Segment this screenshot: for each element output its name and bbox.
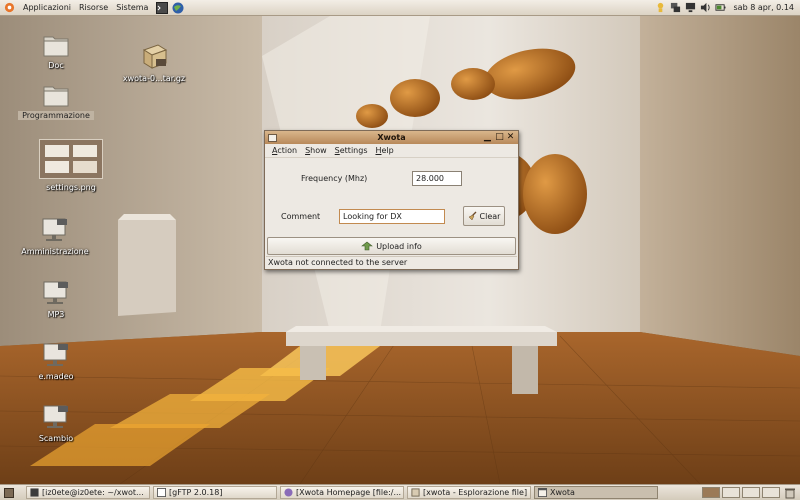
clear-button-label: Clear bbox=[479, 211, 501, 221]
taskbar-item-terminal[interactable]: [iz0ete@iz0ete: ~/xwot... bbox=[26, 486, 150, 499]
workspace-2[interactable] bbox=[722, 487, 740, 498]
upload-icon bbox=[361, 241, 374, 251]
desktop-icon-label: MP3 bbox=[47, 310, 65, 319]
frequency-label: Frequency (Mhz) bbox=[301, 174, 368, 183]
menu-risorse[interactable]: Risorse bbox=[75, 3, 112, 12]
broom-icon bbox=[468, 211, 476, 221]
comment-label: Comment bbox=[281, 212, 321, 221]
battery-icon[interactable] bbox=[714, 2, 726, 13]
desktop-icon-amministrazione[interactable]: Amministrazione bbox=[14, 217, 96, 256]
terminal-icon bbox=[30, 488, 39, 497]
folder-icon bbox=[43, 36, 69, 57]
desktop-icon-label: Scambio bbox=[38, 434, 74, 443]
window-menubar: Action Show Settings Help bbox=[265, 144, 518, 158]
desktop-icon-programmazione[interactable]: Programmazione bbox=[18, 83, 94, 120]
desktop-icon-label: Doc bbox=[48, 61, 64, 70]
taskbar-item-label: Xwota bbox=[550, 488, 575, 497]
browser-icon bbox=[284, 488, 293, 497]
menu-settings[interactable]: Settings bbox=[332, 146, 371, 155]
xwota-window: Xwota ▁ □ ✕ Action Show Settings Help Fr… bbox=[264, 130, 519, 270]
desktop-icon-label: settings.png bbox=[46, 183, 96, 192]
taskbar-item-xwota[interactable]: Xwota bbox=[534, 486, 658, 499]
ftp-icon bbox=[157, 488, 166, 497]
image-icon bbox=[39, 139, 103, 179]
archive-icon bbox=[142, 44, 168, 69]
taskbar-item-browser[interactable]: [Xwota Homepage [file:/... bbox=[280, 486, 404, 499]
network-share-icon bbox=[43, 405, 68, 428]
desktop-icon-scambio[interactable]: Scambio bbox=[26, 404, 86, 443]
taskbar-item-file-manager[interactable]: [xwota - Esplorazione file] bbox=[407, 486, 531, 499]
monitor-icon[interactable] bbox=[685, 2, 696, 13]
desktop-icon-emadeo[interactable]: e.madeo bbox=[28, 342, 84, 381]
workspace-1[interactable] bbox=[702, 487, 720, 498]
network-share-icon bbox=[43, 281, 68, 304]
network-share-icon bbox=[42, 218, 67, 241]
window-title: Xwota bbox=[377, 133, 406, 142]
upload-info-label: Upload info bbox=[376, 241, 422, 251]
window-icon bbox=[538, 488, 547, 497]
menu-sistema[interactable]: Sistema bbox=[112, 3, 152, 12]
network-share-icon bbox=[43, 343, 68, 366]
taskbar-item-gftp[interactable]: [gFTP 2.0.18] bbox=[153, 486, 277, 499]
file-manager-icon bbox=[411, 488, 420, 497]
status-bar: Xwota not connected to the server bbox=[266, 256, 517, 268]
taskbar-item-label: [gFTP 2.0.18] bbox=[169, 488, 223, 497]
volume-icon[interactable] bbox=[700, 2, 711, 13]
taskbar-item-label: [iz0ete@iz0ete: ~/xwot... bbox=[42, 488, 144, 497]
desktop-icon-label: e.madeo bbox=[38, 372, 74, 381]
bottom-panel: [iz0ete@iz0ete: ~/xwot... [gFTP 2.0.18] … bbox=[0, 484, 800, 500]
close-icon[interactable]: ✕ bbox=[506, 133, 515, 142]
network-icon[interactable] bbox=[670, 2, 681, 13]
upload-info-button[interactable]: Upload info bbox=[267, 237, 516, 255]
desktop-icon-label: Amministrazione bbox=[21, 247, 89, 256]
taskbar-item-label: [Xwota Homepage [file:/... bbox=[296, 488, 402, 497]
show-desktop-icon[interactable] bbox=[4, 488, 14, 498]
window-titlebar[interactable]: Xwota ▁ □ ✕ bbox=[265, 131, 518, 144]
browser-launcher-icon[interactable] bbox=[172, 2, 184, 14]
menu-show[interactable]: Show bbox=[302, 146, 330, 155]
minimize-icon[interactable]: ▁ bbox=[483, 133, 492, 142]
workspace-3[interactable] bbox=[742, 487, 760, 498]
trash-icon[interactable] bbox=[784, 487, 796, 499]
terminal-launcher-icon[interactable] bbox=[156, 1, 169, 14]
maximize-icon[interactable]: □ bbox=[495, 133, 504, 142]
menu-action[interactable]: Action bbox=[269, 146, 300, 155]
frequency-input[interactable] bbox=[412, 171, 462, 186]
folder-icon bbox=[43, 86, 69, 107]
notification-icon[interactable] bbox=[655, 2, 666, 13]
desktop-icon-label: Programmazione bbox=[18, 111, 94, 120]
menu-help[interactable]: Help bbox=[372, 146, 396, 155]
workspace-4[interactable] bbox=[762, 487, 780, 498]
top-panel: Applicazioni Risorse Sistema sab 8 apr, … bbox=[0, 0, 800, 16]
menu-applicazioni[interactable]: Applicazioni bbox=[19, 3, 75, 12]
desktop-icon-label: xwota-0...tar.gz bbox=[122, 74, 186, 83]
ubuntu-logo-icon[interactable] bbox=[4, 2, 15, 13]
clear-button[interactable]: Clear bbox=[463, 206, 505, 226]
taskbar-item-label: [xwota - Esplorazione file] bbox=[423, 488, 528, 497]
desktop-icon-doc[interactable]: Doc bbox=[28, 33, 84, 70]
desktop-icon-archive[interactable]: xwota-0...tar.gz bbox=[114, 42, 194, 83]
desktop-icon-mp3[interactable]: MP3 bbox=[28, 280, 84, 319]
clock[interactable]: sab 8 apr, 0.14 bbox=[728, 3, 800, 12]
comment-input[interactable] bbox=[339, 209, 445, 224]
desktop-icon-settings-png[interactable]: settings.png bbox=[38, 139, 104, 192]
